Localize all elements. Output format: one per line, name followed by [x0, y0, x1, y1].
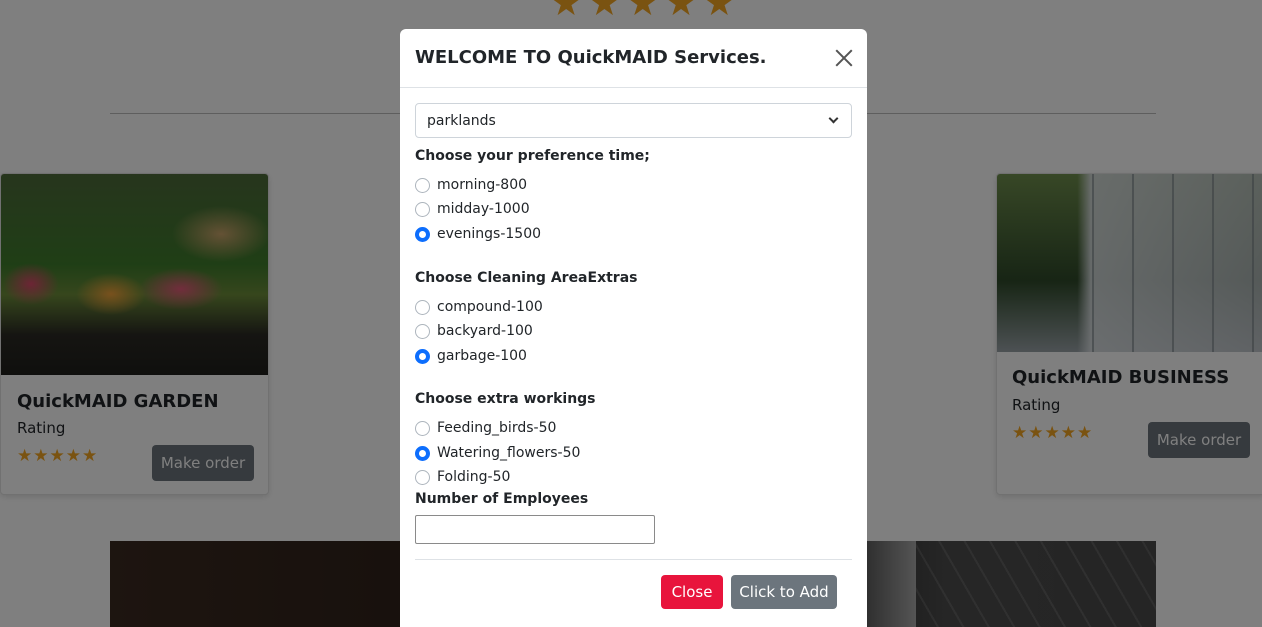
- radio-label: Folding-50: [437, 469, 511, 485]
- radio-button-checked[interactable]: [415, 348, 430, 364]
- radio-option-feeding-birds[interactable]: Feeding_birds-50: [415, 419, 556, 437]
- radio-label: morning-800: [437, 177, 528, 193]
- radio-option-backyard[interactable]: backyard-100: [415, 322, 533, 340]
- radio-button[interactable]: [415, 323, 430, 339]
- radio-option-morning[interactable]: morning-800: [415, 176, 527, 194]
- location-select[interactable]: parklands: [415, 103, 852, 138]
- time-section-label: Choose your preference time;: [415, 148, 650, 164]
- radio-button-checked[interactable]: [415, 226, 430, 242]
- modal-title: WELCOME TO QuickMAID Services.: [415, 47, 767, 68]
- close-icon[interactable]: [832, 46, 856, 70]
- radio-button[interactable]: [415, 469, 430, 485]
- radio-option-compound[interactable]: compound-100: [415, 298, 543, 316]
- radio-option-garbage[interactable]: garbage-100: [415, 347, 527, 365]
- radio-label: midday-1000: [437, 201, 530, 217]
- radio-button-checked[interactable]: [415, 445, 430, 461]
- radio-button[interactable]: [415, 177, 430, 193]
- employees-label: Number of Employees: [415, 491, 589, 507]
- location-select-value: parklands: [427, 113, 496, 129]
- radio-option-midday[interactable]: midday-1000: [415, 200, 530, 218]
- booking-modal: WELCOME TO QuickMAID Services. parklands…: [400, 29, 867, 627]
- extra-section-label: Choose extra workings: [415, 391, 596, 407]
- radio-option-evenings[interactable]: evenings-1500: [415, 225, 541, 243]
- radio-label: compound-100: [437, 299, 543, 315]
- radio-button[interactable]: [415, 201, 430, 217]
- close-button[interactable]: Close: [661, 575, 723, 609]
- modal-header: WELCOME TO QuickMAID Services.: [400, 29, 867, 88]
- footer-divider: [415, 559, 852, 560]
- radio-button[interactable]: [415, 299, 430, 315]
- chevron-down-icon: [828, 113, 839, 124]
- employees-input[interactable]: [415, 515, 655, 544]
- radio-option-folding[interactable]: Folding-50: [415, 468, 510, 486]
- click-to-add-button[interactable]: Click to Add: [731, 575, 837, 609]
- radio-label: garbage-100: [437, 348, 527, 364]
- radio-option-watering-flowers[interactable]: Watering_flowers-50: [415, 444, 580, 462]
- radio-label: Feeding_birds-50: [437, 420, 557, 436]
- radio-label: backyard-100: [437, 323, 533, 339]
- radio-label: evenings-1500: [437, 226, 542, 242]
- radio-label: Watering_flowers-50: [437, 445, 581, 461]
- radio-button[interactable]: [415, 420, 430, 436]
- area-section-label: Choose Cleaning AreaExtras: [415, 270, 638, 286]
